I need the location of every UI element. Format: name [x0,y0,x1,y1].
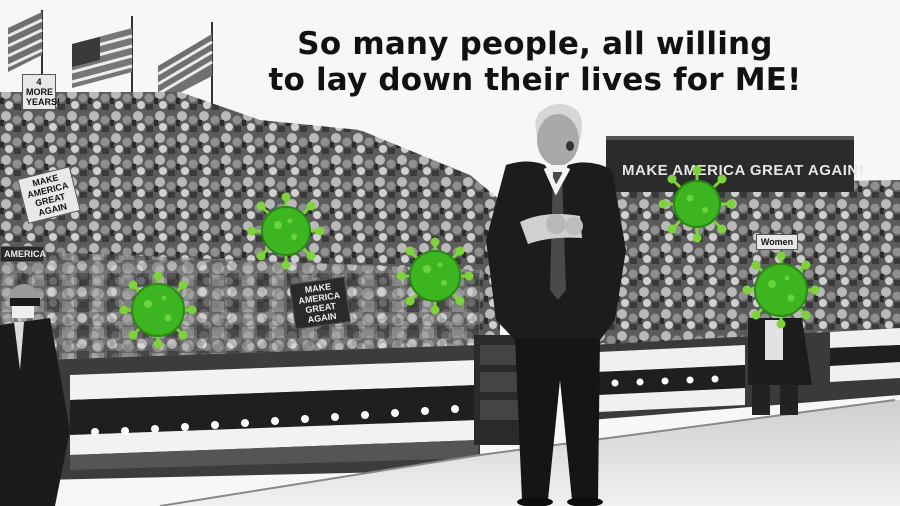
crowd-sign-1: 4 MORE YEARS! [22,74,60,110]
virus-icon [742,251,820,329]
meme-caption: So many people, all willing to lay down … [250,26,820,98]
virus-icon [247,192,325,270]
crowd-sign-5: Women [756,234,798,250]
barricade-bunting [40,345,480,480]
meme-image: So many people, all willing to lay down … [0,0,900,506]
virus-icon [396,237,474,315]
virus-icon [119,271,197,349]
caption-line-2: to lay down their lives for ME! [268,62,802,98]
caption-line-1: So many people, all willing [297,26,773,62]
virus-icon [658,165,736,243]
crowd-sign-4: MAKE AMERICA GREAT AGAIN [289,276,351,330]
crowd-sign-3: AMERICA [0,246,46,262]
